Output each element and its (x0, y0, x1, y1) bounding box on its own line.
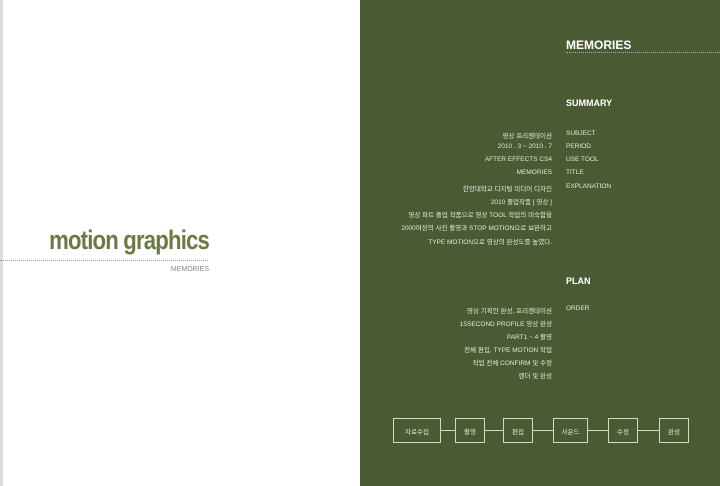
plan-step: 15SECOND PROFILE 영상 완성 (459, 321, 552, 328)
process-box: 완성 (659, 418, 689, 443)
plan-step: 작업 전체 CONFIRM 및 수정 (472, 360, 552, 367)
process-box: 자료수집 (393, 418, 441, 443)
connector (485, 430, 503, 431)
connector (588, 430, 608, 431)
connector (638, 430, 659, 431)
explanation-line: 2000여장의 사진 촬영과 STOP MOTION으로 보완하고 (401, 225, 552, 232)
page-edge (0, 0, 3, 486)
process-box: 촬영 (455, 418, 485, 443)
summary-value: 영상 프리젠테이션 (502, 133, 552, 140)
explanation-line: 2010 졸업작품 [ 영상 ] (490, 199, 552, 206)
summary-value: MEMORIES (516, 169, 552, 176)
explanation-line: 영상 파트 졸업 작품으로 영상 TOOL 작업의 미숙함을 (408, 212, 552, 219)
plan-heading: PLAN (566, 276, 591, 286)
plan-label: ORDER (566, 305, 590, 312)
cover-subtitle: MEMORIES (170, 266, 209, 273)
connector (441, 430, 455, 431)
summary-label: TITLE (566, 169, 584, 176)
summary-label: USE TOOL (566, 156, 599, 163)
process-box: 사운드 (553, 418, 588, 443)
plan-step: 전체 편집, TYPE MOTION 작업 (464, 347, 552, 354)
divider (0, 260, 208, 261)
plan-step: PART1 ~ 4 촬영 (506, 334, 552, 341)
cover-title: motion graphics (49, 225, 210, 255)
process-box: 수정 (608, 418, 638, 443)
summary-value: 한양대학교 디지털 미디어 디자인 (462, 186, 552, 193)
plan-step: 영상 기획안 완성, 프리젠테이션 (467, 308, 552, 315)
divider (566, 52, 720, 53)
info-page: MEMORIES SUMMARY 영상 프리젠테이션 SUBJECT 2010 … (360, 0, 720, 486)
summary-label: PERIOD (566, 143, 591, 150)
cover-page: motion graphics MEMORIES (0, 0, 360, 486)
connector (533, 430, 553, 431)
explanation-line: TYPE MOTION으로 영상의 완성도를 높였다. (428, 239, 552, 246)
summary-value: AFTER EFFECTS CS4 (484, 156, 552, 163)
summary-label: EXPLANATION (566, 183, 612, 190)
summary-heading: SUMMARY (566, 98, 613, 108)
plan-step: 렌더 및 완성 (518, 373, 552, 380)
process-box: 편집 (503, 418, 533, 443)
summary-value: 2010 . 3 ~ 2010 . 7 (497, 143, 552, 150)
page-title: MEMORIES (566, 38, 632, 52)
summary-label: SUBJECT (566, 130, 596, 137)
